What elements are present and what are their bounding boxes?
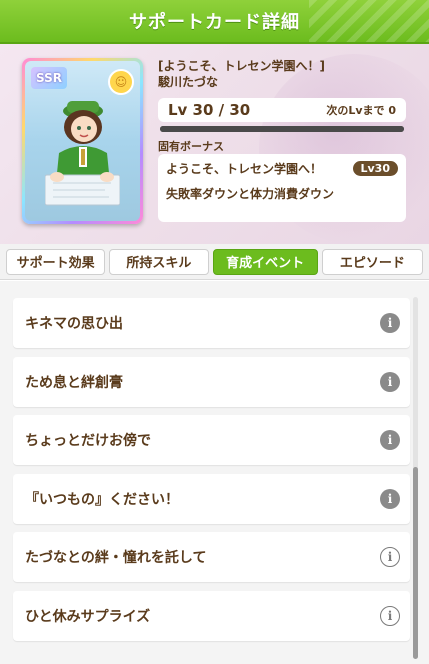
list-item-event-1[interactable]: キネマの思ひ出 i (13, 298, 410, 348)
level-progress-bar (160, 126, 404, 132)
info-icon[interactable]: i (380, 489, 400, 509)
unique-bonus-header: ようこそ、トレセン学園へ！ Lv30 (166, 160, 398, 177)
unique-bonus-name: ようこそ、トレセン学園へ！ (166, 162, 323, 176)
card-title: [ようこそ、トレセン学園へ！] (158, 59, 325, 73)
next-level-text: 次のLvまで 0 (326, 104, 396, 117)
list-item-event-6[interactable]: ひと休みサプライズ i (13, 591, 410, 641)
support-card-image[interactable]: SSR ☺ (22, 58, 143, 224)
event-label: たづなとの絆・憧れを託して (25, 550, 207, 566)
list-scrollbar[interactable] (413, 297, 418, 659)
tab-skills[interactable]: 所持スキル (109, 248, 209, 275)
unique-bonus-box: ようこそ、トレセン学園へ！ Lv30 失敗率ダウンと体力消費ダウン (158, 154, 406, 222)
info-icon[interactable]: i (380, 430, 400, 450)
character-name: 駿川たづな (158, 75, 219, 89)
page-header: サポートカード詳細 (0, 0, 429, 44)
event-label: ちょっとだけお傍で (25, 433, 151, 449)
card-title-block: [ようこそ、トレセン学園へ！] 駿川たづな (158, 58, 325, 90)
detail-tabs: サポート効果 所持スキル 育成イベント エピソード (0, 244, 429, 280)
header-stripes (309, 0, 429, 42)
level-text: Lv 30 / 30 (168, 101, 251, 119)
scrollbar-thumb[interactable] (413, 467, 418, 659)
event-label: ため息と絆創膏 (25, 375, 123, 391)
tab-support-effects[interactable]: サポート効果 (6, 248, 106, 275)
event-label: キネマの思ひ出 (25, 316, 123, 332)
tab-episodes[interactable]: エピソード (321, 248, 423, 275)
list-item-event-2[interactable]: ため息と絆創膏 i (13, 357, 410, 407)
card-detail-panel: SSR ☺ [ようこそ、トレセン学園へ！] 駿川たづな Lv 30 / 30 次… (0, 44, 429, 244)
character-illustration (45, 101, 120, 206)
rarity-badge: SSR (31, 67, 67, 89)
list-item-event-4[interactable]: 『いつもの』ください！ i (13, 474, 410, 524)
unique-bonus-label: 固有ボーナス (158, 140, 224, 153)
list-item-event-5[interactable]: たづなとの絆・憧れを託して i (13, 532, 410, 582)
info-icon[interactable]: i (380, 547, 400, 567)
info-icon[interactable]: i (380, 313, 400, 333)
medal-icon: ☺ (108, 69, 134, 95)
list-item-event-3[interactable]: ちょっとだけお傍で i (13, 415, 410, 465)
event-label: ひと休みサプライズ (25, 609, 151, 625)
unique-bonus-description: 失敗率ダウンと体力消費ダウン (166, 187, 335, 201)
support-card-art: SSR ☺ (25, 61, 140, 221)
unique-bonus-level-badge: Lv30 (352, 161, 398, 176)
level-box: Lv 30 / 30 次のLvまで 0 (158, 98, 406, 122)
level-progress-fill (160, 126, 404, 132)
tab-training-events[interactable]: 育成イベント (212, 248, 318, 275)
event-list: キネマの思ひ出 i ため息と絆創膏 i ちょっとだけお傍で i 『いつもの』くだ… (0, 281, 429, 664)
info-icon[interactable]: i (380, 606, 400, 626)
info-icon[interactable]: i (380, 372, 400, 392)
event-label: 『いつもの』ください！ (25, 492, 179, 508)
page-title: サポートカード詳細 (129, 12, 300, 33)
